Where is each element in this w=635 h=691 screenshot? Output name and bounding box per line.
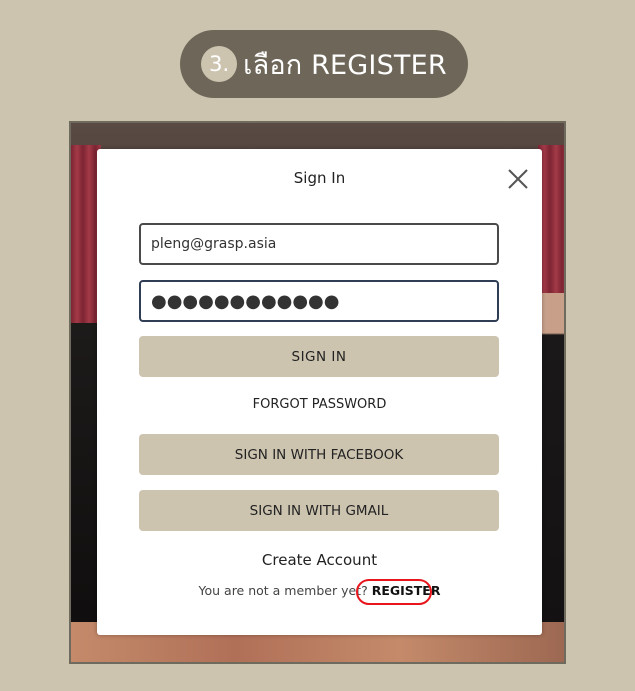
modal-title: Sign In [293,169,346,187]
step-number: 3. [201,46,238,82]
sign-in-gmail-button[interactable]: SIGN IN WITH GMAIL [139,490,499,531]
register-link[interactable]: REGISTER [372,583,441,598]
sign-in-modal: Sign In SIGN IN FORGOT PASSWORD SIGN IN … [97,149,542,635]
background-person-right [540,293,564,662]
member-prompt-line: You are not a member yet? REGISTER [97,583,542,598]
password-field[interactable] [139,280,499,322]
background-person-left [71,323,99,662]
sign-in-button[interactable]: SIGN IN [139,336,499,377]
step-banner: 3. เลือก REGISTER [180,30,468,98]
member-prompt-text: You are not a member yet? [198,583,372,598]
close-icon[interactable] [506,167,530,191]
email-field[interactable] [139,223,499,265]
create-account-heading: Create Account [261,551,378,569]
forgot-password-link[interactable]: FORGOT PASSWORD [97,397,542,412]
step-instruction: เลือก REGISTER [243,49,447,81]
sign-in-facebook-button[interactable]: SIGN IN WITH FACEBOOK [139,434,499,475]
